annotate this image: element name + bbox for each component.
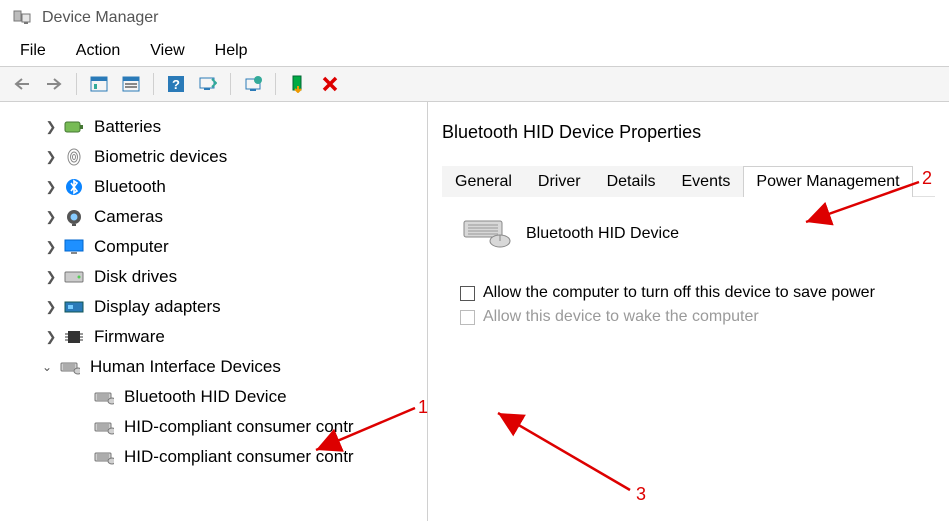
tree-item-hid[interactable]: ⌄ Human Interface Devices [0,352,427,382]
uninstall-device-button[interactable] [316,70,344,98]
battery-icon [64,117,84,137]
chevron-right-icon[interactable]: ❯ [44,239,58,255]
hid-icon [94,387,114,407]
tab-power-management[interactable]: Power Management [743,166,912,197]
tab-details[interactable]: Details [594,166,669,197]
forward-button[interactable] [40,70,68,98]
menu-view[interactable]: View [144,40,190,62]
device-tree[interactable]: ❯ Batteries ❯ Biometric devices ❯ Blueto… [0,102,428,521]
chevron-right-icon[interactable]: ❯ [44,119,58,135]
tree-item-computer[interactable]: ❯ Computer [0,232,427,262]
fingerprint-icon [64,147,84,167]
hid-icon [94,417,114,437]
checkbox-label: Allow the computer to turn off this devi… [483,284,875,302]
tree-item-label: Human Interface Devices [90,357,281,377]
menu-file[interactable]: File [14,40,52,62]
disk-icon [64,267,84,287]
properties-panel: Bluetooth HID Device Properties General … [428,102,949,521]
checkbox-allow-wake: Allow this device to wake the computer [442,305,935,329]
chevron-right-icon[interactable]: ❯ [44,149,58,165]
tab-events[interactable]: Events [669,166,744,197]
tree-item-label: Firmware [94,327,165,347]
hid-icon [60,357,80,377]
tree-item-batteries[interactable]: ❯ Batteries [0,112,427,142]
tree-item-cameras[interactable]: ❯ Cameras [0,202,427,232]
tree-item-label: Biometric devices [94,147,227,167]
scan-hardware-button[interactable] [194,70,222,98]
tree-item-label: HID-compliant consumer contr [124,417,354,437]
tab-general[interactable]: General [442,166,525,197]
monitor-icon [64,237,84,257]
menubar: File Action View Help [0,36,949,66]
chevron-right-icon[interactable]: ❯ [44,329,58,345]
chip-icon [64,327,84,347]
tree-item-hid-consumer-2[interactable]: HID-compliant consumer contr [0,442,427,472]
device-manager-icon [12,8,32,28]
chevron-down-icon[interactable]: ⌄ [40,360,54,374]
svg-text:?: ? [172,77,180,92]
checkbox-icon[interactable] [460,286,475,301]
properties-tabs: General Driver Details Events Power Mana… [442,165,935,197]
checkbox-icon [460,310,475,325]
tree-item-biometric[interactable]: ❯ Biometric devices [0,142,427,172]
titlebar: Device Manager [0,0,949,36]
tree-item-label: Cameras [94,207,163,227]
back-button[interactable] [8,70,36,98]
bluetooth-icon [64,177,84,197]
tree-item-hid-consumer-1[interactable]: HID-compliant consumer contr [0,412,427,442]
menu-action[interactable]: Action [70,40,126,62]
chevron-right-icon[interactable]: ❯ [44,179,58,195]
chevron-right-icon[interactable]: ❯ [44,209,58,225]
update-driver-button[interactable] [239,70,267,98]
show-hidden-button[interactable] [85,70,113,98]
device-name: Bluetooth HID Device [526,225,679,243]
tree-item-bluetooth[interactable]: ❯ Bluetooth [0,172,427,202]
tree-item-label: HID-compliant consumer contr [124,447,354,467]
tree-item-label: Display adapters [94,297,221,317]
tree-item-label: Bluetooth HID Device [124,387,287,407]
menu-help[interactable]: Help [209,40,254,62]
tree-item-firmware[interactable]: ❯ Firmware [0,322,427,352]
tree-item-disk-drives[interactable]: ❯ Disk drives [0,262,427,292]
properties-button[interactable] [117,70,145,98]
toolbar-separator [230,73,231,95]
toolbar-separator [153,73,154,95]
tree-item-label: Computer [94,237,169,257]
enable-device-button[interactable] [284,70,312,98]
tree-item-label: Bluetooth [94,177,166,197]
toolbar-separator [275,73,276,95]
tree-item-bluetooth-hid[interactable]: Bluetooth HID Device [0,382,427,412]
tree-item-label: Batteries [94,117,161,137]
chevron-right-icon[interactable]: ❯ [44,299,58,315]
hid-device-icon [460,215,512,253]
help-button[interactable]: ? [162,70,190,98]
properties-title: Bluetooth HID Device Properties [442,122,935,165]
checkbox-label: Allow this device to wake the computer [483,308,759,326]
checkbox-allow-turn-off[interactable]: Allow the computer to turn off this devi… [442,281,935,305]
chevron-right-icon[interactable]: ❯ [44,269,58,285]
tab-driver[interactable]: Driver [525,166,594,197]
window-title: Device Manager [42,9,159,27]
toolbar: ? [0,66,949,102]
toolbar-separator [76,73,77,95]
gpu-icon [64,297,84,317]
hid-icon [94,447,114,467]
camera-icon [64,207,84,227]
tree-item-label: Disk drives [94,267,177,287]
tree-item-display-adapters[interactable]: ❯ Display adapters [0,292,427,322]
